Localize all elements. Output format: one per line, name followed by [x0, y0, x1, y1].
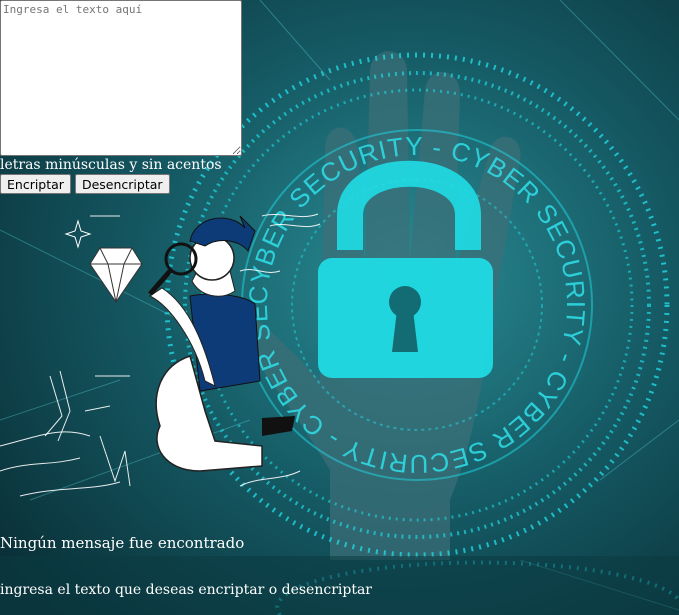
- instruction-text: ingresa el texto que deseas encriptar o …: [0, 582, 372, 598]
- text-input[interactable]: [0, 0, 242, 156]
- input-hint: letras minúsculas y sin acentos: [0, 157, 222, 173]
- action-buttons: Encriptar Desencriptar: [0, 174, 170, 194]
- search-illustration: [0, 213, 321, 497]
- encrypt-button[interactable]: Encriptar: [0, 174, 71, 194]
- decrypt-button[interactable]: Desencriptar: [74, 174, 170, 194]
- no-message-title: Ningún mensaje fue encontrado: [0, 534, 245, 552]
- person-figure: [148, 215, 295, 472]
- diamond-icon: [89, 247, 143, 303]
